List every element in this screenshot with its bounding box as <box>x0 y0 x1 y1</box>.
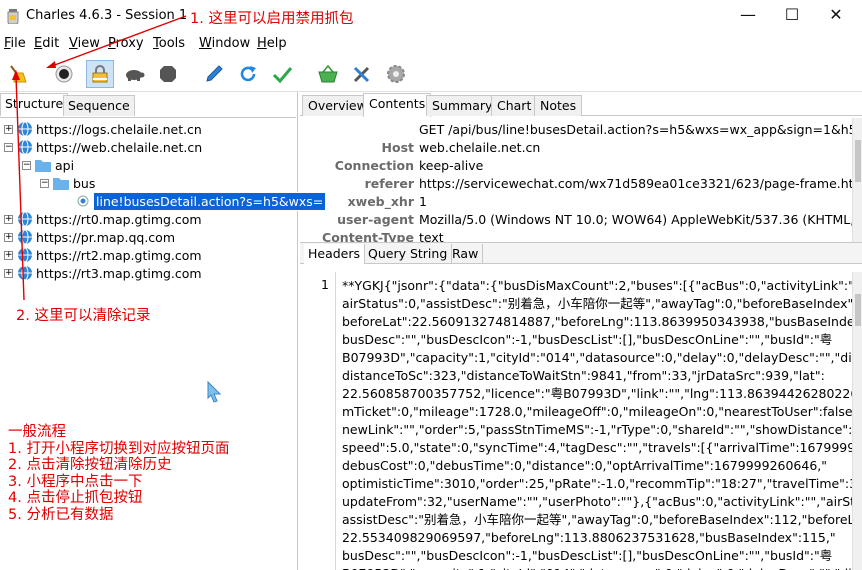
flow-step: 1. 打开小程序切换到对应按钮页面 <box>8 440 230 457</box>
annotation-clear-records: 2. 这里可以清除记录 <box>16 308 151 324</box>
flow-step: 3. 小程序中点击一下 <box>8 473 143 490</box>
arrowhead <box>12 70 20 80</box>
annotation-enable-capture: 1. 这里可以启用禁用抓包 <box>190 11 354 27</box>
flow-title: 一般流程 <box>8 424 66 440</box>
flow-step: 5. 分析已有数据 <box>8 506 114 523</box>
arrowhead <box>46 61 56 68</box>
flow-step: 2. 点击清除按钮清除历史 <box>8 457 172 473</box>
flow-step: 4. 点击停止抓包按钮 <box>8 490 143 506</box>
arrow-to-record-button <box>51 15 187 67</box>
arrow-to-clear-button <box>15 75 25 301</box>
annotation-flow: 一般流程 1. 打开小程序切换到对应按钮页面 2. 点击清除按钮清除历史 3. … <box>8 424 229 523</box>
